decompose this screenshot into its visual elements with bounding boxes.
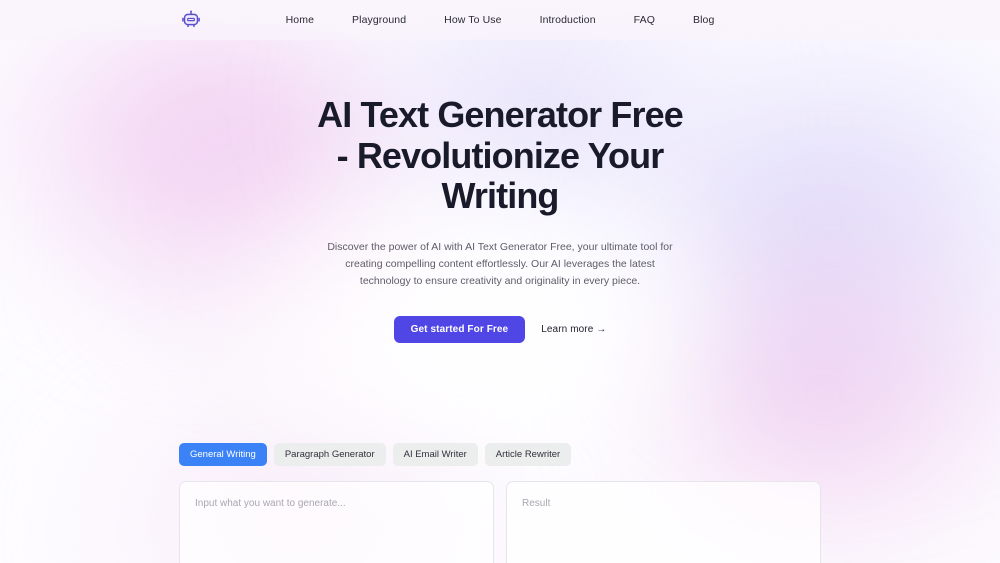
hero-section: AI Text Generator Free - Revolutionize Y… — [0, 40, 1000, 344]
nav-link-playground[interactable]: Playground — [333, 14, 425, 26]
site-header: Home Playground How To Use Introduction … — [0, 0, 1000, 40]
nav-link-faq[interactable]: FAQ — [615, 14, 674, 26]
get-started-button[interactable]: Get started For Free — [393, 316, 526, 344]
playground-section: General Writing Paragraph Generator AI E… — [179, 343, 821, 563]
site-logo[interactable] — [180, 9, 202, 31]
playground-editors — [179, 481, 821, 563]
playground-tab-bar: General Writing Paragraph Generator AI E… — [179, 443, 821, 467]
tab-ai-email-writer[interactable]: AI Email Writer — [392, 443, 478, 467]
nav-link-home[interactable]: Home — [267, 14, 333, 26]
nav-link-introduction[interactable]: Introduction — [521, 14, 615, 26]
tab-article-rewriter[interactable]: Article Rewriter — [484, 443, 572, 467]
hero-subtitle: Discover the power of AI with AI Text Ge… — [327, 241, 673, 288]
result-output[interactable] — [506, 481, 821, 563]
nav-link-how-to-use[interactable]: How To Use — [425, 14, 520, 26]
nav-link-blog[interactable]: Blog — [674, 14, 733, 26]
main-nav: Home Playground How To Use Introduction … — [267, 14, 734, 26]
tab-paragraph-generator[interactable]: Paragraph Generator — [273, 443, 386, 467]
hero-cta-group: Get started For Free Learn more → — [0, 316, 1000, 344]
page-title: AI Text Generator Free - Revolutionize Y… — [317, 94, 684, 217]
learn-more-link[interactable]: Learn more → — [541, 324, 606, 335]
tab-general-writing[interactable]: General Writing — [179, 443, 267, 467]
page-root: Home Playground How To Use Introduction … — [0, 0, 1000, 563]
prompt-input[interactable] — [179, 481, 494, 563]
robot-head-icon — [181, 10, 201, 30]
